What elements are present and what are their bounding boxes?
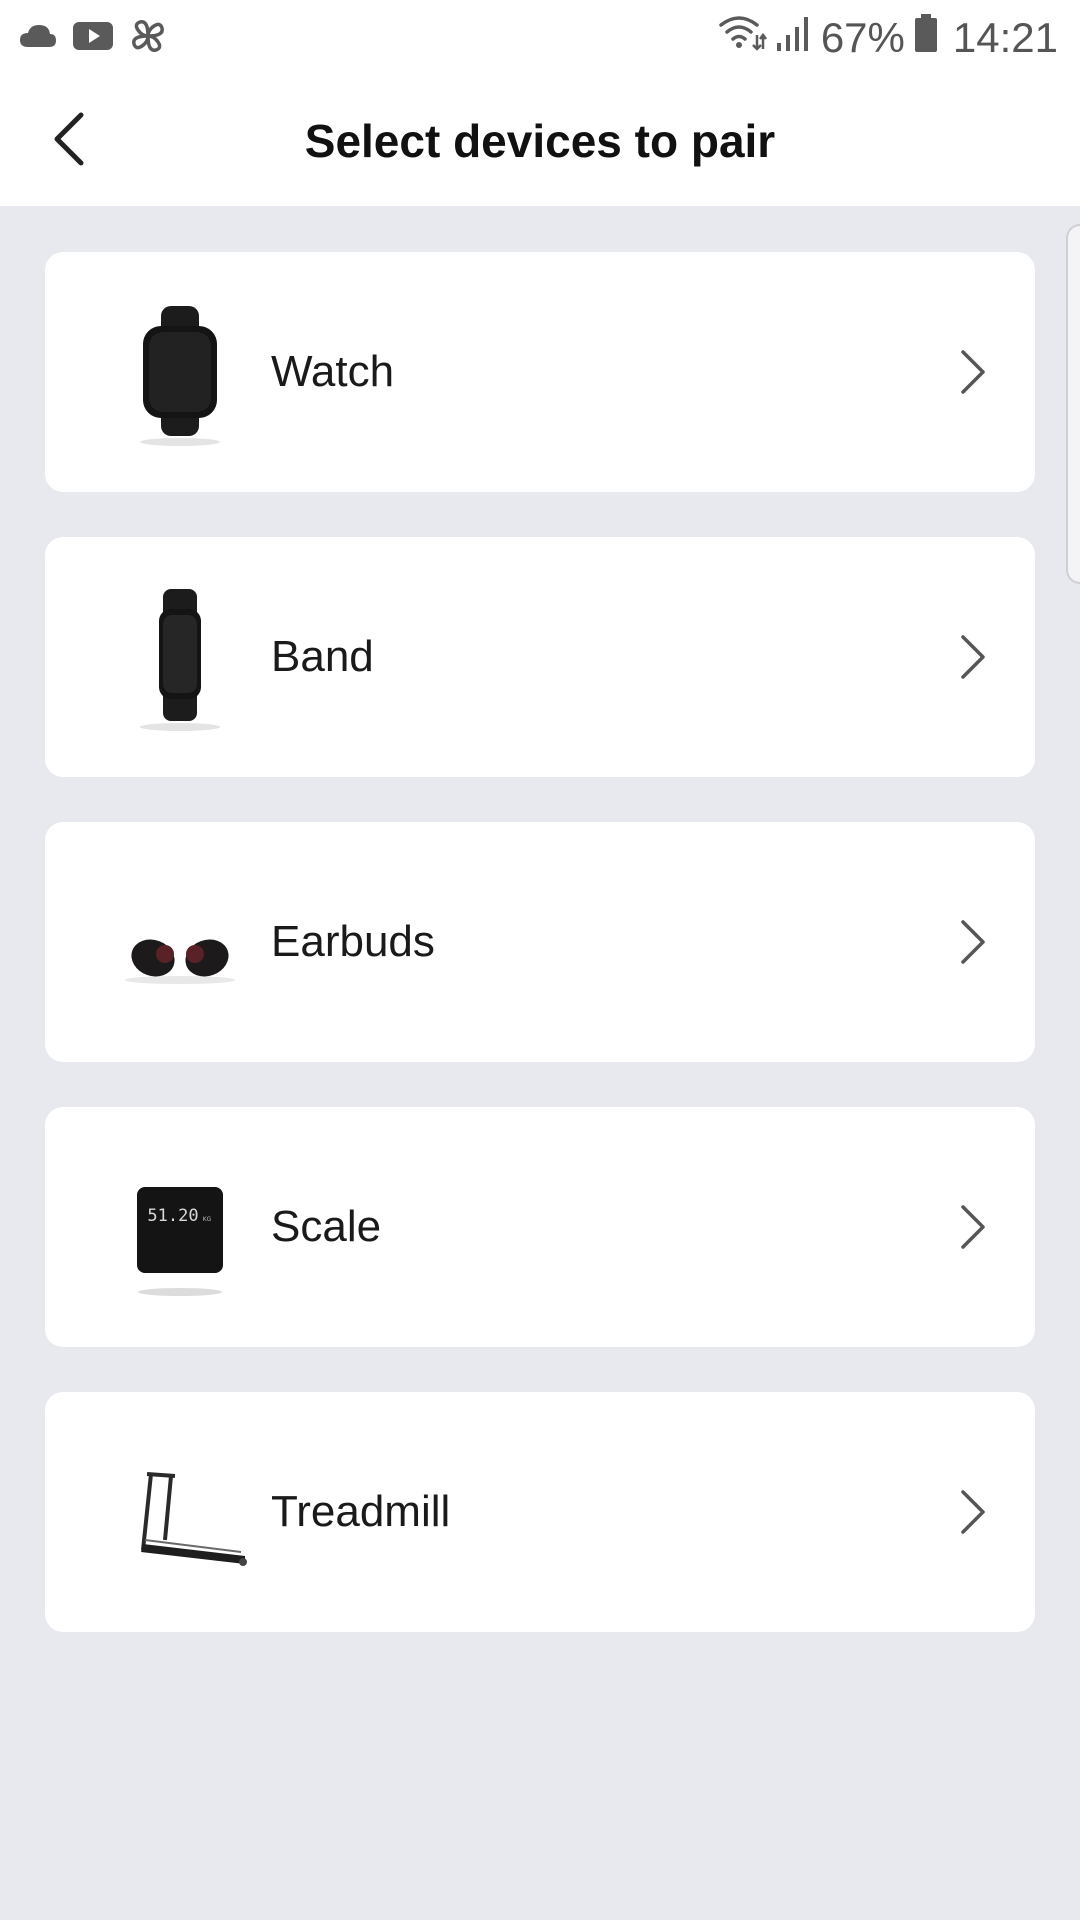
device-label: Earbuds bbox=[271, 917, 435, 966]
youtube-icon bbox=[72, 20, 114, 57]
device-list: Watch Band Earbuds 51.20 KG Scale Treadm… bbox=[45, 252, 1035, 1677]
clock: 14:21 bbox=[952, 14, 1058, 61]
chevron-right-icon bbox=[947, 1488, 995, 1536]
device-card-earbuds[interactable]: Earbuds bbox=[45, 822, 1035, 1062]
app-header: Select devices to pair bbox=[0, 76, 1080, 206]
scale-icon: 51.20 KG bbox=[105, 1147, 255, 1307]
device-label: Scale bbox=[271, 1202, 382, 1251]
status-bar: 67% 14:21 bbox=[0, 0, 1080, 76]
device-card-treadmill[interactable]: Treadmill bbox=[45, 1392, 1035, 1632]
device-card-band[interactable]: Band bbox=[45, 537, 1035, 777]
signal-icon bbox=[775, 13, 813, 63]
treadmill-icon bbox=[105, 1432, 255, 1592]
chevron-right-icon bbox=[947, 348, 995, 396]
device-label: Watch bbox=[271, 347, 395, 396]
battery-icon bbox=[913, 13, 939, 63]
earbuds-icon bbox=[105, 862, 255, 1022]
chevron-right-icon bbox=[947, 1203, 995, 1251]
battery-percent: 67% bbox=[820, 14, 905, 61]
chevron-right-icon bbox=[947, 918, 995, 966]
device-card-watch[interactable]: Watch bbox=[45, 252, 1035, 492]
device-card-scale[interactable]: 51.20 KG Scale bbox=[45, 1107, 1035, 1347]
status-left-icons bbox=[18, 14, 168, 62]
cloud-icon bbox=[18, 21, 58, 56]
chevron-right-icon bbox=[947, 633, 995, 681]
device-label: Band bbox=[271, 632, 374, 681]
watch-icon bbox=[105, 292, 255, 452]
scale-display: 51.20 bbox=[147, 1206, 198, 1226]
pinwheel-icon bbox=[128, 16, 168, 61]
wifi-icon bbox=[717, 13, 767, 63]
scroll-edge-handle[interactable] bbox=[1066, 224, 1080, 584]
scale-unit: KG bbox=[203, 1216, 212, 1223]
page-title: Select devices to pair bbox=[304, 115, 776, 167]
device-label: Treadmill bbox=[271, 1487, 451, 1536]
band-icon bbox=[105, 577, 255, 737]
status-right: 67% 14:21 bbox=[717, 10, 1058, 66]
